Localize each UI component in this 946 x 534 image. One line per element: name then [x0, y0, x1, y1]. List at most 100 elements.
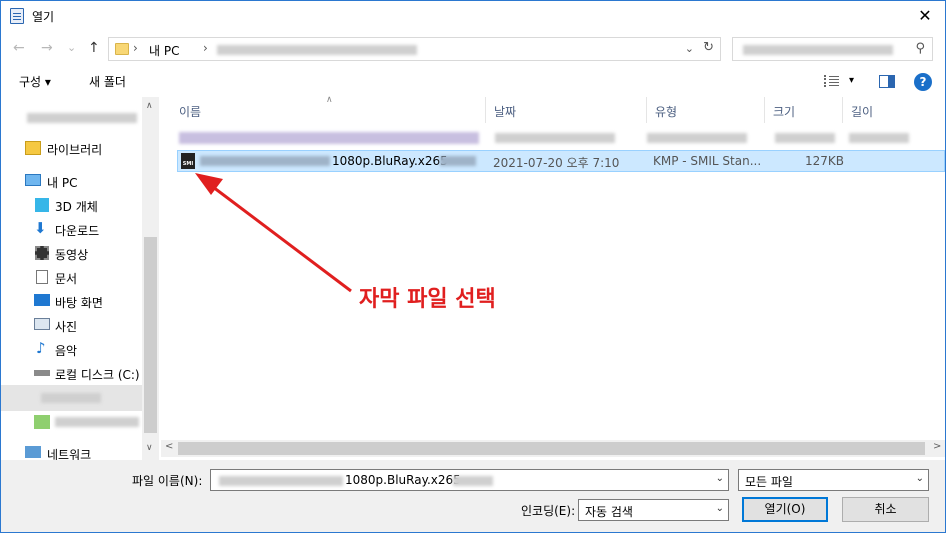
- view-dropdown-button[interactable]: ▾: [849, 75, 854, 86]
- music-icon: ♪: [36, 339, 46, 357]
- pictures-icon: [34, 318, 50, 330]
- pc-icon: [25, 174, 41, 186]
- filetype-select[interactable]: 모든 파일 ⌄: [738, 469, 929, 491]
- up-button[interactable]: ↑: [88, 40, 100, 56]
- column-header-size[interactable]: 크기: [765, 97, 843, 123]
- chevron-down-icon[interactable]: ⌄: [716, 503, 724, 514]
- horizontal-scrollbar[interactable]: < >: [161, 440, 945, 457]
- filename-label: 파일 이름(N):: [132, 474, 203, 488]
- close-button[interactable]: ✕: [911, 4, 939, 28]
- sidebar-item-network[interactable]: 네트워크: [1, 442, 144, 460]
- blurred-filename-suffix: [453, 476, 493, 486]
- column-header-date[interactable]: 날짜: [486, 97, 647, 123]
- sidebar-item-3d-objects[interactable]: 3D 개체: [1, 194, 144, 216]
- navigation-bar: ← → ⌄ ↑ › 내 PC › ⌄ ↻ ⚲: [1, 32, 945, 66]
- command-bar: 구성 ▾ 새 폴더 ▾ ?: [1, 66, 945, 97]
- blurred-date: [495, 133, 615, 143]
- scroll-left-icon[interactable]: <: [165, 441, 173, 452]
- search-icon: ⚲: [915, 41, 925, 56]
- file-size: 127KB: [805, 154, 845, 168]
- forward-button[interactable]: →: [41, 40, 53, 56]
- cancel-button[interactable]: 취소: [842, 497, 929, 522]
- table-row-selected[interactable]: SMI 1080p.BluRay.x265 2021-07-20 오후 7:10…: [177, 150, 945, 172]
- preview-pane-icon[interactable]: [879, 75, 895, 88]
- open-dialog: 열기 ✕ ← → ⌄ ↑ › 내 PC › ⌄ ↻ ⚲ 구성 ▾ 새 폴더 ▾ …: [0, 0, 946, 533]
- sidebar-item-desktop[interactable]: 바탕 화면: [1, 290, 144, 312]
- open-button[interactable]: 열기(O): [742, 497, 828, 522]
- blurred-label: [41, 393, 101, 403]
- organize-button[interactable]: 구성 ▾: [19, 73, 51, 90]
- download-icon: ⬇: [34, 219, 47, 237]
- chevron-right-icon: ›: [133, 41, 138, 55]
- table-row[interactable]: [177, 128, 945, 150]
- sidebar-item-label: 라이브러리: [47, 143, 103, 157]
- breadcrumb-root[interactable]: 내 PC: [149, 42, 179, 59]
- video-icon: [35, 246, 49, 260]
- sidebar-scroll-thumb[interactable]: [144, 237, 157, 433]
- drive-icon: [34, 415, 50, 429]
- sidebar-scrollbar[interactable]: ∧ ∨: [142, 97, 159, 460]
- sidebar-item-downloads[interactable]: ⬇ 다운로드: [1, 218, 144, 240]
- network-icon: [25, 446, 41, 458]
- title-bar: 열기 ✕: [1, 1, 945, 32]
- chevron-down-icon[interactable]: ⌄: [916, 473, 924, 484]
- sidebar-item-label: 다운로드: [55, 224, 100, 238]
- sidebar-item-music[interactable]: ♪ 음악: [1, 338, 144, 360]
- blurred-search-placeholder: [743, 45, 893, 55]
- sidebar-item-pictures[interactable]: 사진: [1, 314, 144, 336]
- file-list: ∧ 이름 날짜 유형 크기 길이 SMI 1080p.BluRay.x265 2…: [161, 95, 945, 460]
- sidebar-item-blurred-2[interactable]: [1, 411, 144, 433]
- column-label: 날짜: [494, 105, 517, 119]
- disk-icon: [34, 370, 50, 376]
- sidebar-item-label: 동영상: [55, 248, 89, 262]
- scroll-right-icon[interactable]: >: [933, 441, 941, 452]
- scroll-up-icon[interactable]: ∧: [146, 101, 153, 111]
- filetype-value: 모든 파일: [745, 475, 793, 489]
- address-bar[interactable]: › 내 PC › ⌄ ↻: [108, 37, 721, 61]
- chevron-right-icon: ›: [203, 41, 208, 55]
- sidebar-item-local-disk[interactable]: 로컬 디스크 (C:): [1, 362, 144, 384]
- column-label: 길이: [851, 105, 874, 119]
- help-icon[interactable]: ?: [914, 73, 932, 91]
- sidebar-item-documents[interactable]: 문서: [1, 266, 144, 288]
- new-folder-button[interactable]: 새 폴더: [89, 73, 126, 90]
- back-button[interactable]: ←: [13, 40, 25, 56]
- file-date: 2021-07-20 오후 7:10: [493, 156, 620, 170]
- window-title: 열기: [32, 10, 55, 24]
- filename-value: 1080p.BluRay.x265-: [345, 473, 466, 487]
- search-input[interactable]: ⚲: [732, 37, 933, 61]
- sidebar-item-videos[interactable]: 동영상: [1, 242, 144, 264]
- sidebar-item-label: 3D 개체: [55, 200, 98, 214]
- column-header-length[interactable]: 길이: [843, 97, 945, 123]
- blurred-filename-suffix: [440, 156, 476, 166]
- encoding-select[interactable]: 자동 검색 ⌄: [578, 499, 729, 521]
- blurred-path: [217, 45, 417, 55]
- sidebar-item-library[interactable]: 라이브러리: [1, 137, 144, 159]
- blurred-filename: [179, 132, 479, 144]
- annotation-label: 자막 파일 선택: [359, 287, 496, 312]
- scroll-down-icon[interactable]: ∨: [146, 443, 153, 453]
- navigation-pane: 라이브러리 내 PC 3D 개체 ⬇ 다운로드 동영상 문서 바탕 화면 사진: [1, 97, 159, 460]
- document-icon: [36, 270, 48, 284]
- filename-input[interactable]: 1080p.BluRay.x265- ⌄: [210, 469, 729, 491]
- notepad-icon: [10, 8, 24, 24]
- recent-locations-button[interactable]: ⌄: [67, 41, 76, 54]
- chevron-down-icon[interactable]: ⌄: [716, 473, 724, 484]
- column-header-name[interactable]: 이름: [171, 97, 486, 123]
- file-type: KMP - SMIL Stan...: [653, 154, 762, 168]
- column-header-type[interactable]: 유형: [647, 97, 765, 123]
- view-options-icon[interactable]: [824, 75, 840, 87]
- blurred-label: [55, 417, 139, 427]
- horizontal-scroll-thumb[interactable]: [178, 442, 925, 455]
- sidebar-item-blurred-selected[interactable]: [1, 385, 142, 411]
- sidebar-item-label: 음악: [55, 344, 78, 358]
- blurred-filename-prefix: [219, 476, 343, 486]
- chevron-down-icon[interactable]: ⌄: [685, 42, 694, 55]
- sidebar-item-label: 네트워크: [47, 448, 92, 460]
- 3d-objects-icon: [35, 198, 49, 212]
- sidebar-item-blurred[interactable]: [1, 107, 144, 129]
- blurred-label: [27, 113, 137, 123]
- encoding-value: 자동 검색: [585, 505, 633, 519]
- refresh-icon[interactable]: ↻: [703, 40, 714, 55]
- sidebar-item-this-pc[interactable]: 내 PC: [1, 170, 144, 192]
